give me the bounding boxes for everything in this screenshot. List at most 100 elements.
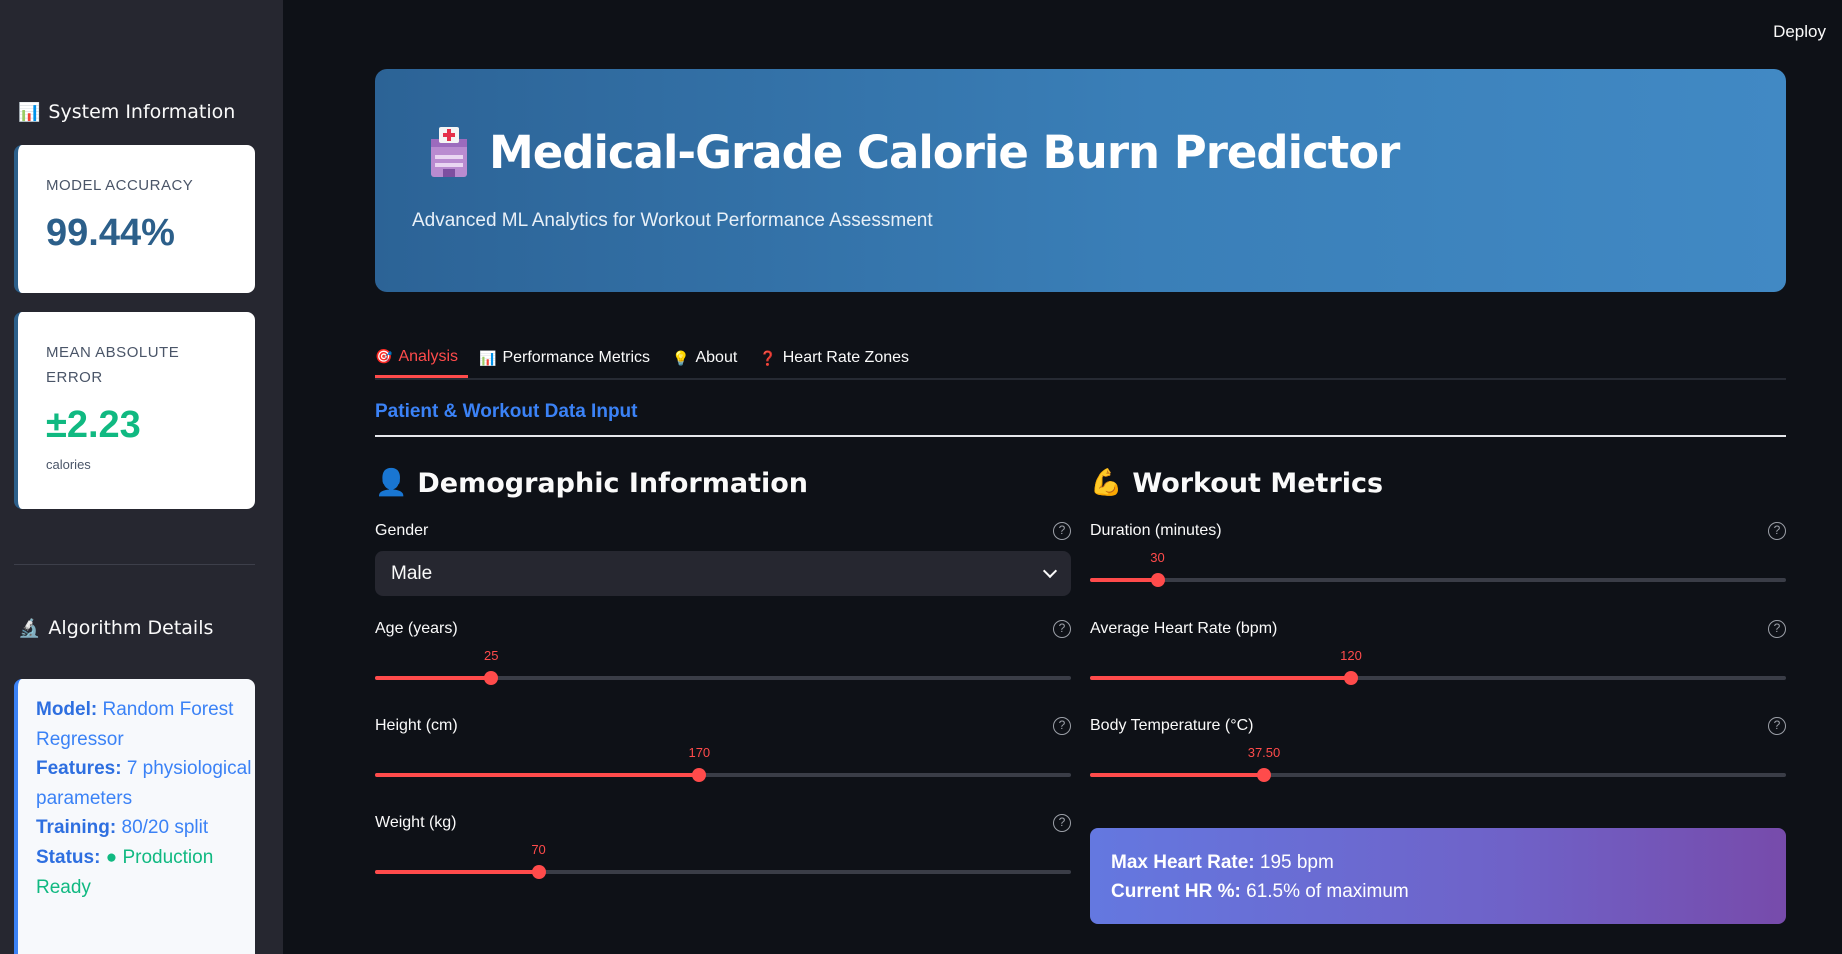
tab-analysis-label: Analysis <box>398 347 459 365</box>
sidebar: 📊 System Information MODEL ACCURACY 99.4… <box>0 0 283 954</box>
current-hr-key: Current HR %: <box>1111 881 1241 902</box>
age-field: Age (years) ? 25 <box>375 620 1071 685</box>
age-slider[interactable]: 25 <box>375 640 1071 685</box>
help-icon[interactable]: ? <box>1053 814 1071 832</box>
deploy-button[interactable]: Deploy <box>1773 22 1826 42</box>
workout-column: 💪 Workout Metrics Duration (minutes) ? 3… <box>1090 463 1786 924</box>
help-icon[interactable]: ? <box>1768 620 1786 638</box>
slider-fill <box>1090 773 1264 777</box>
tab-performance-metrics-label: Performance Metrics <box>502 349 651 366</box>
tab-bar: 🎯 Analysis 📊 Performance Metrics 💡 About… <box>375 338 1786 380</box>
model-accuracy-label: MODEL ACCURACY <box>46 177 194 194</box>
section-divider <box>375 435 1786 437</box>
training-value: 80/20 split <box>121 817 209 839</box>
slider-fill <box>1090 676 1351 680</box>
slider-track <box>1090 578 1786 582</box>
model-accuracy-value: 99.44% <box>46 212 175 254</box>
weight-slider[interactable]: 70 <box>375 834 1071 879</box>
max-hr-key: Max Heart Rate: <box>1111 852 1255 873</box>
heart-rate-slider-value: 120 <box>1340 648 1362 663</box>
page-subtitle: Advanced ML Analytics for Workout Perfor… <box>412 210 933 231</box>
target-icon: 🎯 <box>375 348 393 364</box>
height-slider[interactable]: 170 <box>375 737 1071 782</box>
slider-thumb[interactable] <box>1150 573 1165 587</box>
heart-rate-summary-card: Max Heart Rate: 195 bpm Current HR %: 61… <box>1090 828 1786 924</box>
weight-label: Weight (kg) <box>375 814 457 831</box>
status-key: Status: <box>36 846 101 868</box>
workout-heading: 💪 Workout Metrics <box>1090 463 1786 503</box>
tab-about-label: About <box>695 349 738 366</box>
hero-title-row: Medical-Grade Calorie Burn Predictor <box>425 125 1400 179</box>
section-title: Patient & Workout Data Input <box>375 401 638 422</box>
height-field: Height (cm) ? 170 <box>375 717 1071 782</box>
weight-slider-value: 70 <box>531 842 546 857</box>
max-hr-value: 195 bpm <box>1259 852 1334 873</box>
hero-banner: Medical-Grade Calorie Burn Predictor Adv… <box>375 69 1786 292</box>
tab-heart-rate-zones[interactable]: ❓ Heart Rate Zones <box>748 338 920 378</box>
height-label: Height (cm) <box>375 717 458 734</box>
features-key: Features: <box>36 758 122 780</box>
hospital-icon <box>425 125 473 179</box>
slider-track <box>375 773 1071 777</box>
heart-rate-label: Average Heart Rate (bpm) <box>1090 620 1278 637</box>
temperature-label: Body Temperature (°C) <box>1090 717 1254 734</box>
tab-analysis[interactable]: 🎯 Analysis <box>375 338 469 378</box>
system-info-heading: 📊 System Information <box>18 101 235 123</box>
microscope-icon: 🔬 <box>18 617 41 639</box>
chevron-down-icon <box>1042 563 1058 579</box>
mae-card: MEAN ABSOLUTE ERROR ±2.23 calories <box>14 312 255 509</box>
gender-field: Gender ? Male <box>375 522 1071 596</box>
mae-value: ±2.23 <box>46 404 141 446</box>
demographic-heading: 👤 Demographic Information <box>375 463 1071 503</box>
slider-fill <box>375 676 492 680</box>
slider-thumb[interactable] <box>531 865 546 879</box>
algorithm-title: Algorithm Details <box>48 617 214 639</box>
gender-label: Gender <box>375 522 429 539</box>
heart-rate-slider[interactable]: 120 <box>1090 640 1786 685</box>
age-label: Age (years) <box>375 620 458 637</box>
demographic-title: Demographic Information <box>417 467 809 499</box>
mae-unit: calories <box>46 457 91 472</box>
weight-field: Weight (kg) ? 70 <box>375 814 1071 879</box>
age-slider-value: 25 <box>483 648 499 663</box>
slider-fill <box>375 870 539 874</box>
heart-rate-field: Average Heart Rate (bpm) ? 120 <box>1090 620 1786 685</box>
flexed-biceps-icon: 💪 <box>1090 468 1123 498</box>
slider-thumb[interactable] <box>1257 768 1271 782</box>
model-accuracy-card: MODEL ACCURACY 99.44% <box>14 145 255 293</box>
sidebar-divider <box>14 564 255 565</box>
tab-heart-rate-zones-label: Heart Rate Zones <box>782 349 910 366</box>
slider-thumb[interactable] <box>1344 671 1358 685</box>
tab-performance-metrics[interactable]: 📊 Performance Metrics <box>468 338 661 378</box>
duration-slider[interactable]: 30 <box>1090 542 1786 587</box>
system-info-title: System Information <box>48 101 236 123</box>
tab-about[interactable]: 💡 About <box>661 338 748 378</box>
question-icon: ❓ <box>759 349 777 366</box>
temperature-slider[interactable]: 37.50 <box>1090 737 1786 782</box>
help-icon[interactable]: ? <box>1768 717 1786 735</box>
slider-thumb[interactable] <box>692 768 707 782</box>
help-icon[interactable]: ? <box>1053 522 1071 540</box>
mae-label: MEAN ABSOLUTE ERROR <box>46 344 180 386</box>
duration-slider-value: 30 <box>1150 550 1165 565</box>
help-icon[interactable]: ? <box>1053 717 1071 735</box>
help-icon[interactable]: ? <box>1768 522 1786 540</box>
duration-field: Duration (minutes) ? 30 <box>1090 522 1786 587</box>
temperature-slider-value: 37.50 <box>1247 745 1281 760</box>
slider-fill <box>1090 578 1158 582</box>
lightbulb-icon: 💡 <box>672 349 690 366</box>
slider-track <box>1090 676 1786 680</box>
slider-thumb[interactable] <box>484 671 499 685</box>
gender-select[interactable]: Male <box>375 551 1071 596</box>
slider-fill <box>375 773 700 777</box>
duration-label: Duration (minutes) <box>1090 522 1222 539</box>
gender-value: Male <box>391 562 433 584</box>
slider-track <box>375 870 1071 874</box>
user-icon: 👤 <box>375 468 408 498</box>
demographic-column: 👤 Demographic Information Gender ? Male … <box>375 463 1071 879</box>
help-icon[interactable]: ? <box>1053 620 1071 638</box>
page-title: Medical-Grade Calorie Burn Predictor <box>489 125 1400 179</box>
bar-chart-icon: 📊 <box>18 101 41 123</box>
slider-track <box>1090 773 1786 777</box>
workout-title: Workout Metrics <box>1132 467 1384 499</box>
